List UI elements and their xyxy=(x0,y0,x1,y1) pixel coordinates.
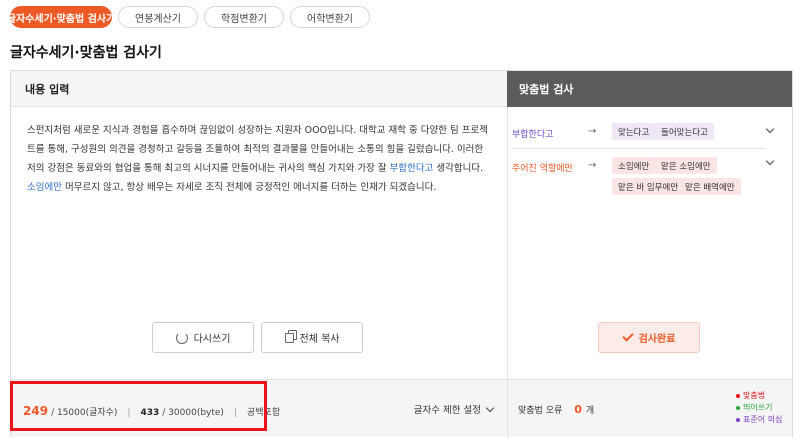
highlighted-word[interactable]: 부합한다고 xyxy=(390,163,434,174)
error-unit: 개 xyxy=(585,406,595,416)
text-segment: 머무르지 않고, 항상 배우는 자세로 조직 전체에 긍정적인 에너지를 더하는… xyxy=(61,182,437,193)
page-title: 글자수세기·맞춤법 검사기 xyxy=(10,45,162,61)
green-dot-icon xyxy=(736,406,740,410)
tab-grade-converter[interactable]: 학점변환기 xyxy=(204,6,284,28)
suggestion-option[interactable]: 맡은 소임에만 xyxy=(655,157,717,174)
suggestion-option[interactable]: 맡은 배역에만 xyxy=(679,178,741,195)
check-icon xyxy=(621,330,634,342)
check-complete-button[interactable]: 검사완료 xyxy=(598,322,700,353)
copy-all-button[interactable]: 전체 복사 xyxy=(261,322,363,353)
tab-language-converter[interactable]: 어학변환기 xyxy=(290,6,370,28)
legend: 맞춤법 띄어쓰기 표준어 의심 xyxy=(736,390,782,426)
row-divider xyxy=(512,148,766,149)
input-header: 내용 입력 xyxy=(11,71,507,107)
suggestion-original[interactable]: 부합한다고 xyxy=(512,127,553,140)
suggestion-option[interactable]: 들어맞는다고 xyxy=(655,123,714,140)
suggestion-option[interactable]: 맞는다고 xyxy=(612,123,656,140)
chevron-down-icon xyxy=(485,403,495,412)
reset-button[interactable]: 다시쓰기 xyxy=(152,322,254,353)
legend-item: 표준어 의심 xyxy=(736,414,782,426)
error-footer: 맞춤법 오류 0 개 맞춤법 띄어쓰기 표준어 의심 xyxy=(508,379,792,437)
purple-dot-icon xyxy=(736,418,740,422)
legend-label: 맞춤법 xyxy=(743,391,766,400)
check-label: 검사완료 xyxy=(638,334,676,345)
text-segment: 생각합니다. xyxy=(433,163,484,174)
suggestion-original[interactable]: 주어진 역할에만 xyxy=(512,161,573,174)
legend-item: 맞춤법 xyxy=(736,390,782,402)
copy-label: 전체 복사 xyxy=(299,334,340,345)
tab-salary-calculator[interactable]: 연봉계산기 xyxy=(118,6,198,28)
suggestion-option[interactable]: 맡은 바 임무에만 xyxy=(612,178,685,195)
error-count: 0 xyxy=(574,403,582,416)
legend-label: 표준어 의심 xyxy=(743,415,783,424)
refresh-icon xyxy=(175,331,188,344)
spellcheck-header: 맞춤법 검사 xyxy=(507,71,792,107)
legend-item: 띄어쓰기 xyxy=(736,402,782,414)
char-limit-setting[interactable]: 글자수 제한 설정 xyxy=(413,402,495,416)
copy-icon xyxy=(284,332,294,343)
content-textarea[interactable]: 스펀지처럼 새로운 지식과 경험을 흡수하며 끊임없이 성장하는 지원자 OOO… xyxy=(27,121,493,197)
reset-label: 다시쓰기 xyxy=(193,334,231,345)
arrow-right-icon: → xyxy=(588,160,597,171)
suggestion-row: 부합한다고 → 맞는다고 들어맞는다고 xyxy=(512,123,775,157)
legend-label: 띄어쓰기 xyxy=(743,403,773,412)
tab-spell-checker[interactable]: 글자수세기·맞춤법 검사기 xyxy=(7,6,115,28)
error-summary: 맞춤법 오류 0 개 xyxy=(518,403,594,416)
tool-tabs: 글자수세기·맞춤법 검사기 연봉계산기 학점변환기 어학변환기 xyxy=(7,6,370,30)
red-dot-icon xyxy=(736,394,740,398)
suggestion-option[interactable]: 소임에만 xyxy=(612,157,656,174)
suggestion-row: 주어진 역할에만 → 소임에만 맡은 소임에만 맡은 바 임무에만 맡은 배역에… xyxy=(512,156,775,231)
highlighted-word[interactable]: 소임에만 xyxy=(27,182,62,193)
arrow-right-icon: → xyxy=(588,126,597,137)
highlight-box xyxy=(10,381,267,431)
limit-label: 글자수 제한 설정 xyxy=(413,405,481,416)
error-label: 맞춤법 오류 xyxy=(518,406,563,416)
